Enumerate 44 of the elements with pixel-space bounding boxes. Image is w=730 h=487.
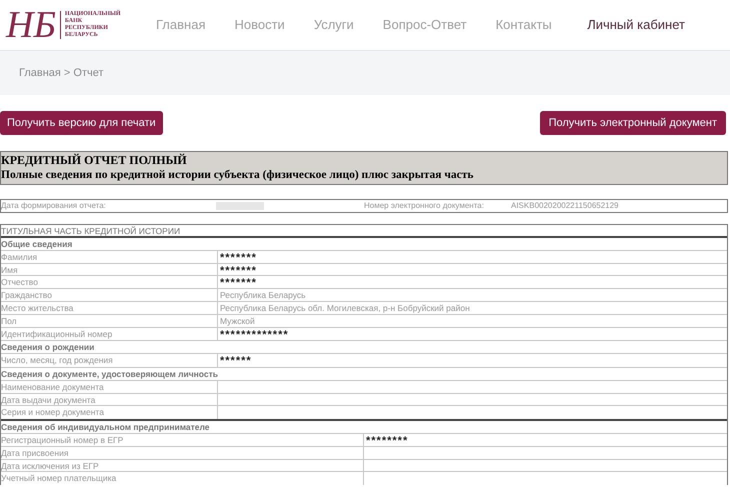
section-heading: Общие сведения <box>1 238 74 250</box>
field-label: Регистрационный номер в ЕГР <box>1 434 124 446</box>
nav-link[interactable]: Главная <box>156 15 206 35</box>
field-label: Гражданство <box>1 289 53 301</box>
field-value: ******* <box>220 276 258 292</box>
nav-link[interactable]: Новости <box>234 15 285 35</box>
field-label: Дата выдачи документа <box>1 394 96 406</box>
section-heading: Сведения о рождении <box>1 341 96 354</box>
field-label: Имя <box>1 264 19 276</box>
document-number: AISKB0020200221150652129 <box>511 200 619 212</box>
electronic-document-button[interactable]: Получить электронный документ <box>540 111 726 135</box>
field-label: Дата исключения из ЕГР <box>1 460 100 472</box>
field-label: Идентификационный номер <box>1 328 114 340</box>
field-label: Учетный номер плательщика <box>1 472 118 484</box>
nav-link[interactable]: Вопрос-Ответ <box>382 15 467 35</box>
section-heading: Сведения об индивидуальном предпринимателе <box>1 421 211 434</box>
field-value: ************* <box>220 328 290 343</box>
field-value: ******** <box>366 434 410 449</box>
document-number-label: Номер электронного документа: <box>364 200 485 212</box>
field-label: Наименование документа <box>1 380 105 393</box>
breadcrumb: Главная > Отчет <box>19 66 104 81</box>
section-heading: Сведения о документе, удостоверяющем личность <box>1 368 219 380</box>
print-version-button[interactable]: Получить версию для печати <box>0 111 163 135</box>
field-value: ******* <box>220 264 258 278</box>
nav-link[interactable]: Контакты <box>496 15 552 35</box>
field-label: Место жительства <box>1 302 74 314</box>
logo-monogram[interactable]: НБ <box>6 3 56 47</box>
account-link[interactable]: Личный кабинет <box>587 15 685 35</box>
field-value: ****** <box>220 354 253 370</box>
field-value: ******* <box>220 250 258 266</box>
date-label: Дата формирования отчета: <box>1 200 107 212</box>
field-value: Республика Беларусь обл. Могилевская, р-н Бобруйский район <box>220 302 471 314</box>
nav-link[interactable]: Услуги <box>314 15 354 35</box>
table-title: ТИТУЛЬНАЯ ЧАСТЬ КРЕДИТНОЙ ИСТОРИИ <box>1 225 182 237</box>
field-label: Серия и номер документа <box>1 406 105 418</box>
field-label: Дата присвоения <box>1 446 70 459</box>
field-value: Республика Беларусь <box>220 289 307 302</box>
field-label: Фамилия <box>1 250 38 263</box>
report-subtitle: Полные сведения по кредитной истории субъекта (физическое лицо) плюс закрытая часть <box>1 168 474 183</box>
field-value: Мужской <box>220 314 256 327</box>
report-title: КРЕДИТНЫЙ ОТЧЕТ ПОЛНЫЙ <box>1 153 188 168</box>
field-label: Число, месяц, год рождения <box>1 354 114 366</box>
field-label: Отчество <box>1 276 39 288</box>
field-label: Пол <box>1 314 18 327</box>
